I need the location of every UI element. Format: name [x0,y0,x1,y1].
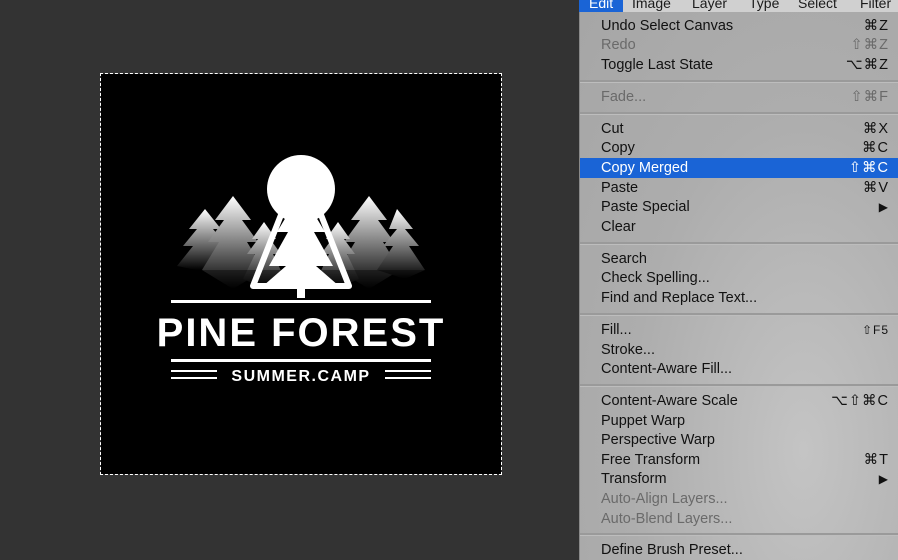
menu-item-shortcut: ⌘C [862,140,889,156]
rule-middle [171,359,431,362]
menu-item-label: Search [601,251,647,267]
menu-item-cut[interactable]: Cut ⌘X [580,119,898,139]
submenu-arrow-icon: ▶ [878,200,889,214]
menu-item-label: Check Spelling... [601,270,710,286]
rule-right-1 [385,370,431,372]
menu-item-copy-merged[interactable]: Copy Merged ⇧⌘C [580,158,898,178]
menu-separator [580,242,898,245]
menu-item-free-transform[interactable]: Free Transform ⌘T [580,450,898,470]
menu-item-content-aware-scale[interactable]: Content-Aware Scale ⌥⇧⌘C [580,391,898,411]
menu-item-shortcut: ⇧⌘F [850,89,889,105]
rule-left-2 [171,377,217,379]
menu-item-label: Stroke... [601,342,655,358]
logo-title: PINE FOREST [157,311,446,355]
menu-bar: Edit Image Layer Type Select Filter [579,0,898,12]
menu-item-label: Copy Merged [601,160,689,176]
menubar-image[interactable]: Image [632,0,671,12]
logo-subtitle: SUMMER.CAMP [231,368,370,385]
menu-item-label: Fade... [601,89,647,105]
menu-separator [580,384,898,387]
menu-item-shortcut: ⌥⇧⌘C [831,393,889,409]
menu-item-content-aware-fill[interactable]: Content-Aware Fill... [580,359,898,379]
menu-item-label: Clear [601,219,636,235]
menu-item-label: Auto-Blend Layers... [601,511,733,527]
menu-item-label: Paste Special [601,199,690,215]
edit-menu: Undo Select Canvas ⌘Z Redo ⇧⌘Z Toggle La… [579,12,898,560]
menu-separator [580,313,898,316]
menu-item-search[interactable]: Search [580,249,898,269]
menubar-select[interactable]: Select [798,0,837,12]
menubar-edit[interactable]: Edit [579,0,624,12]
menu-item-label: Paste [601,180,639,196]
menubar-layer[interactable]: Layer [692,0,727,12]
menu-separator [580,533,898,536]
menu-item-shortcut: ⌥⌘Z [845,57,889,73]
menu-item-check-spelling[interactable]: Check Spelling... [580,268,898,288]
menu-item-label: Find and Replace Text... [601,290,758,306]
menu-item-label: Undo Select Canvas [601,18,734,34]
menu-item-copy[interactable]: Copy ⌘C [580,138,898,158]
menu-item-label: Toggle Last State [601,57,714,73]
submenu-arrow-icon: ▶ [878,472,889,486]
menu-item-label: Define Brush Preset... [601,542,743,558]
main-tree-trunk [297,282,305,298]
menu-item-shortcut: ⇧⌘Z [850,37,889,53]
menu-item-label: Perspective Warp [601,432,715,448]
menu-item-fade[interactable]: Fade... ⇧⌘F [580,87,898,107]
menu-item-label: Transform [601,471,667,487]
menu-item-perspective-warp[interactable]: Perspective Warp [580,430,898,450]
menu-item-find-replace[interactable]: Find and Replace Text... [580,288,898,308]
menu-item-shortcut: ⌘X [862,121,889,137]
canvas-area[interactable]: PINE FOREST SUMMER.CAMP [0,0,580,560]
rule-right-2 [385,377,431,379]
menu-item-shortcut: ⌘Z [863,18,889,34]
menu-item-label: Content-Aware Scale [601,393,738,409]
menu-item-shortcut: ⇧F5 [861,323,889,337]
rule-left-1 [171,370,217,372]
menu-item-shortcut: ⌘T [863,452,889,468]
menu-item-label: Puppet Warp [601,413,686,429]
menu-item-paste[interactable]: Paste ⌘V [580,178,898,198]
menu-item-clear[interactable]: Clear [580,217,898,237]
menu-item-puppet-warp[interactable]: Puppet Warp [580,411,898,431]
menu-item-label: Fill... [601,322,632,338]
pine-forest-logo: PINE FOREST SUMMER.CAMP [157,155,446,385]
menu-item-undo[interactable]: Undo Select Canvas ⌘Z [580,16,898,36]
menu-item-label: Free Transform [601,452,701,468]
menubar-type[interactable]: Type [749,0,779,12]
menu-item-define-brush[interactable]: Define Brush Preset... [580,540,898,560]
rule-top [171,300,431,303]
menu-item-label: Cut [601,121,624,137]
document-canvas[interactable]: PINE FOREST SUMMER.CAMP [101,74,501,474]
menu-item-fill[interactable]: Fill... ⇧F5 [580,320,898,340]
menu-item-auto-align[interactable]: Auto-Align Layers... [580,489,898,509]
menu-separator [580,80,898,83]
menu-item-label: Content-Aware Fill... [601,361,733,377]
menu-item-auto-blend[interactable]: Auto-Blend Layers... [580,509,898,529]
menu-item-toggle-last-state[interactable]: Toggle Last State ⌥⌘Z [580,55,898,75]
menu-item-label: Auto-Align Layers... [601,491,728,507]
menu-item-shortcut: ⌘V [862,180,889,196]
menu-item-redo[interactable]: Redo ⇧⌘Z [580,35,898,55]
menu-item-label: Copy [601,140,635,156]
menu-item-paste-special[interactable]: Paste Special ▶ [580,197,898,217]
menu-item-stroke[interactable]: Stroke... [580,340,898,360]
menu-item-shortcut: ⇧⌘C [848,160,889,176]
menubar-filter[interactable]: Filter [860,0,891,12]
menu-separator [580,112,898,115]
menu-item-transform[interactable]: Transform ▶ [580,469,898,489]
menu-item-label: Redo [601,37,636,53]
